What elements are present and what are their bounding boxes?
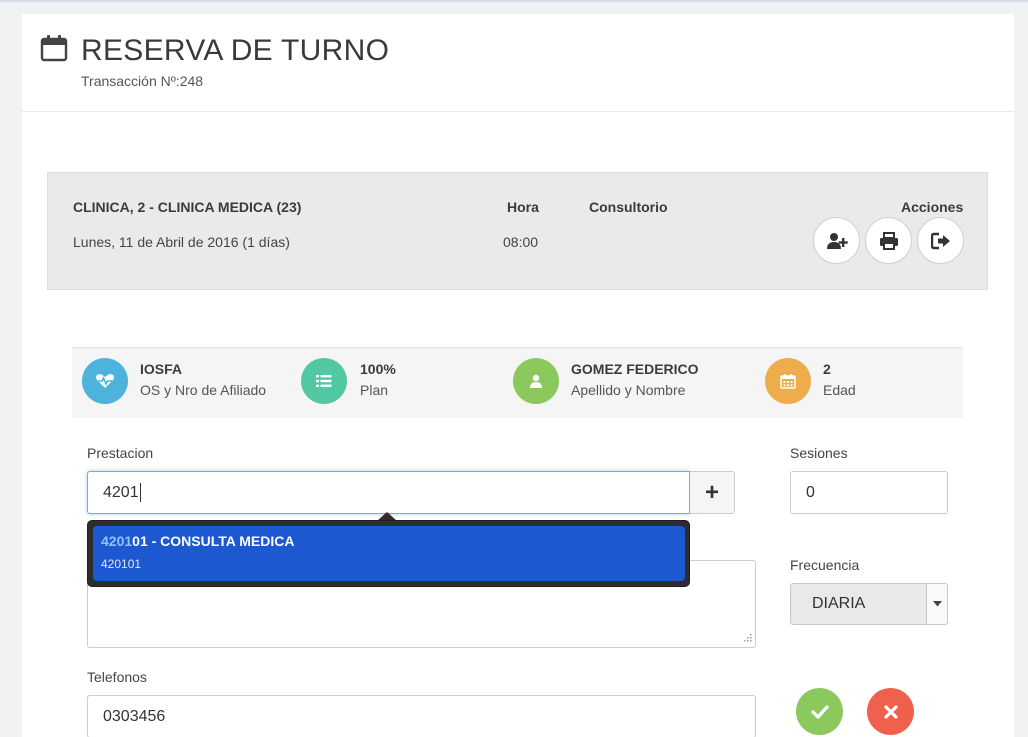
- telefonos-input[interactable]: 0303456: [87, 695, 756, 737]
- print-button[interactable]: [865, 217, 912, 264]
- calendar-icon: [40, 35, 68, 62]
- prestacion-input[interactable]: 4201: [87, 471, 690, 514]
- add-user-button[interactable]: [813, 217, 860, 264]
- autocomplete-rest: 01 - CONSULTA MEDICA: [132, 533, 295, 549]
- list-icon: [316, 375, 332, 387]
- sign-out-icon: [930, 232, 950, 249]
- heartbeat-icon: [96, 374, 114, 388]
- appointment-date: Lunes, 11 de Abril de 2016 (1 días): [73, 234, 290, 250]
- age-value: 2: [823, 361, 831, 377]
- exit-button[interactable]: [917, 217, 964, 264]
- obra-social-value: IOSFA: [140, 361, 183, 377]
- main-panel: RESERVA DE TURNO Transacción Nº:248 CLIN…: [22, 14, 1014, 737]
- page-header: RESERVA DE TURNO Transacción Nº:248: [22, 14, 1014, 112]
- appointment-info: CLINICA, 2 - CLINICA MEDICA (23) Lunes, …: [47, 172, 988, 290]
- plus-icon: +: [704, 478, 719, 506]
- obra-social-badge: [82, 358, 128, 404]
- patient-name-badge: [513, 358, 559, 404]
- cancel-button[interactable]: [867, 688, 914, 735]
- sesiones-input[interactable]: 0: [790, 471, 948, 514]
- plan-value: 100%: [360, 361, 396, 377]
- plan-label: Plan: [360, 382, 389, 398]
- consultorio-label: Consultorio: [589, 199, 668, 215]
- telefonos-input-value: 0303456: [103, 707, 166, 725]
- telefonos-label: Telefonos: [87, 669, 147, 685]
- frecuencia-dropdown-button[interactable]: [926, 584, 947, 624]
- resize-handle-icon[interactable]: [742, 634, 752, 644]
- calendar-icon: [780, 374, 796, 389]
- acciones-label: Acciones: [901, 199, 964, 215]
- frecuencia-value: DIARIA: [812, 595, 866, 612]
- autocomplete-option-title: 420101 - CONSULTA MEDICA: [101, 533, 294, 549]
- autocomplete-dropdown: 420101 - CONSULTA MEDICA 420101: [87, 520, 690, 587]
- prestacion-input-value: 4201: [103, 483, 139, 501]
- top-border: [0, 0, 1028, 2]
- obra-social-label: OS y Nro de Afiliado: [140, 382, 267, 398]
- patient-name-label: Apellido y Nombre: [571, 382, 686, 398]
- patient-summary: IOSFA OS y Nro de Afiliado 100% Plan GOM…: [72, 347, 963, 418]
- add-prestacion-button[interactable]: +: [690, 471, 735, 514]
- check-icon: [810, 704, 829, 719]
- autocomplete-match: 4201: [101, 533, 133, 549]
- autocomplete-option-code: 420101: [101, 557, 142, 571]
- age-badge: [765, 358, 811, 404]
- plan-badge: [301, 358, 347, 404]
- confirm-button[interactable]: [796, 688, 843, 735]
- sesiones-input-value: 0: [806, 483, 815, 501]
- add-user-icon: [826, 232, 848, 249]
- frecuencia-select[interactable]: DIARIA: [790, 583, 948, 625]
- service-name: CLINICA, 2 - CLINICA MEDICA (23): [73, 199, 302, 215]
- transaction-number: Transacción Nº:248: [81, 73, 204, 89]
- print-icon: [879, 231, 898, 250]
- hora-value: 08:00: [503, 234, 539, 250]
- page-title: RESERVA DE TURNO: [81, 34, 390, 67]
- age-label: Edad: [823, 382, 856, 398]
- user-icon: [530, 374, 542, 388]
- autocomplete-option[interactable]: 420101 - CONSULTA MEDICA 420101: [93, 526, 685, 581]
- caret-down-icon: [932, 601, 942, 607]
- hora-label: Hora: [507, 199, 539, 215]
- sesiones-label: Sesiones: [790, 445, 848, 461]
- frecuencia-label: Frecuencia: [790, 557, 860, 573]
- text-caret: [139, 483, 141, 502]
- close-icon: [883, 704, 898, 719]
- prestacion-label: Prestacion: [87, 445, 154, 461]
- patient-name-value: GOMEZ FEDERICO: [571, 361, 699, 377]
